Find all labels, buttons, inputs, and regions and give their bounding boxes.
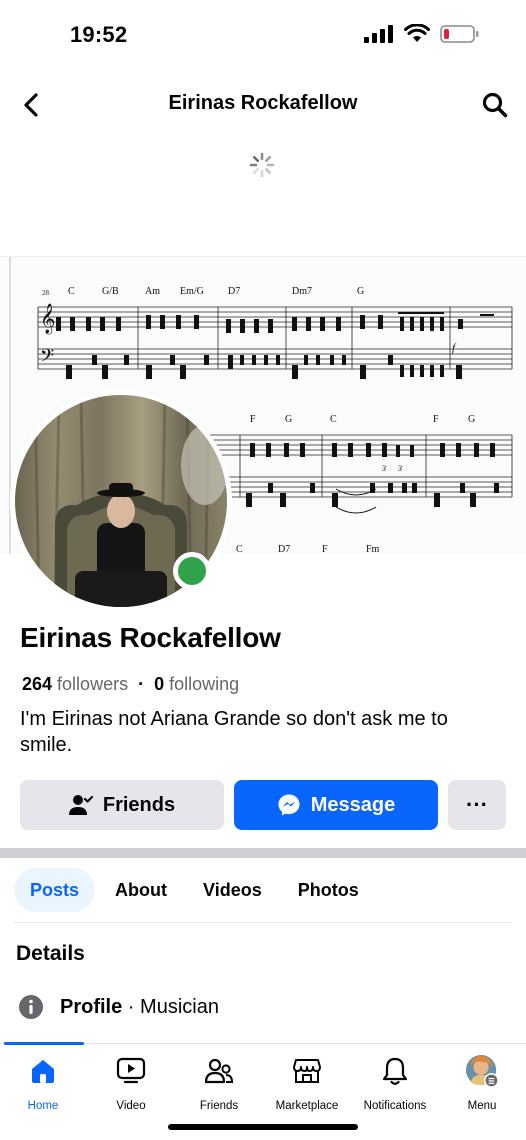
loading-spinner-icon [249,152,275,178]
nav-label: Menu [467,1100,497,1112]
more-options-button[interactable]: ··· [448,780,506,830]
details-heading: Details [16,942,85,965]
chord-label: C [330,414,337,425]
chord-label: Am [145,286,160,297]
message-button-label: Message [310,793,396,816]
marketplace-icon [293,1059,321,1083]
nav-friends[interactable]: Friends [174,1054,264,1112]
video-icon [116,1057,146,1084]
search-icon [482,92,508,118]
chord-label: G [285,414,292,425]
tabs-divider [14,922,512,923]
friends-check-icon [68,795,93,815]
tab-videos[interactable]: Videos [187,868,278,912]
chord-label: G [357,286,364,297]
messenger-icon [278,794,300,816]
search-button[interactable] [478,88,512,122]
profile-bio: I'm Eirinas not Ariana Grande so don't a… [20,708,448,756]
nav-marketplace[interactable]: Marketplace [262,1054,352,1112]
chord-label: F [433,414,439,425]
nav-label: Notifications [363,1100,427,1112]
svg-text:𝄢: 𝄢 [40,346,54,371]
nav-label: Friends [199,1100,239,1112]
chord-label: G [468,414,475,425]
status-icons [364,24,480,44]
status-time: 19:52 [70,22,128,47]
nav-notifications[interactable]: Notifications [350,1054,440,1112]
chord-label: Fm [366,544,380,554]
nav-video[interactable]: Video [86,1054,176,1112]
tuplet-mark: 3 [397,464,402,473]
chord-label: Em/G [180,286,204,297]
chord-label: D7 [228,286,240,297]
chord-label: G/B [102,286,119,297]
online-status-indicator [173,552,211,590]
nav-label: Home [27,1100,59,1112]
profile-header: Eirinas Rockafellow [0,80,526,130]
chord-label: D7 [278,544,290,554]
tab-posts[interactable]: Posts [14,868,96,912]
cellular-signal-icon [364,25,393,43]
profile-name: Eirinas Rockafellow [20,622,281,653]
detail-profile-type: Profile · Musician [18,994,219,1020]
detail-value: Musician [140,995,219,1018]
detail-separator: · [122,995,141,1018]
nav-label: Video [116,1100,146,1112]
status-bar: 19:52 [0,0,526,72]
more-dots-icon: ··· [466,792,488,817]
nav-home[interactable]: Home [0,1054,88,1112]
section-divider [0,848,526,858]
active-tab-indicator [4,1042,84,1045]
message-button[interactable]: Message [234,780,438,830]
tuplet-mark: 3 [381,464,386,473]
home-indicator [168,1124,358,1130]
friends-button-label: Friends [102,793,176,816]
friends-button[interactable]: Friends [20,780,224,830]
following-label[interactable]: following [169,674,239,695]
tab-photos[interactable]: Photos [282,868,375,912]
svg-text:𝄞: 𝄞 [40,303,55,335]
friends-icon [204,1058,234,1084]
chord-label: F [322,544,328,554]
measure-number: 28 [42,289,50,297]
chord-label: C [236,544,243,554]
stats-separator: · [138,674,145,694]
wifi-icon [404,24,430,42]
tab-about[interactable]: About [99,868,183,912]
detail-label: Profile [60,995,123,1018]
nav-label: Marketplace [275,1100,339,1112]
chord-label: F [250,414,256,425]
chord-label: C [68,286,75,297]
profile-tabs: Posts About Videos Photos [14,868,379,912]
info-icon [19,995,43,1019]
follow-stats: 264 followers · 0 following [22,674,239,695]
menu-avatar-icon [465,1054,499,1088]
home-icon [32,1060,54,1083]
battery-low-icon [440,25,479,43]
bell-icon [382,1057,408,1085]
chord-label: Dm7 [292,286,312,297]
followers-count[interactable]: 264 [22,674,52,695]
following-count[interactable]: 0 [154,674,164,695]
followers-label[interactable]: followers [57,674,128,695]
nav-menu[interactable]: Menu [437,1054,526,1112]
header-title: Eirinas Rockafellow [168,92,358,114]
dynamic-mark: f [452,342,457,354]
